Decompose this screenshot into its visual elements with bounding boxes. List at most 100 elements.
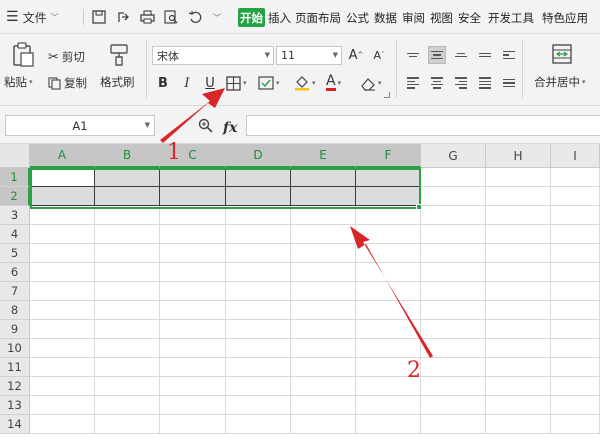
cell-c12[interactable]: [160, 377, 226, 396]
cell-e2[interactable]: [291, 187, 356, 206]
cell-e6[interactable]: [291, 263, 356, 282]
cell-a8[interactable]: [30, 301, 95, 320]
orientation-icon[interactable]: [500, 46, 518, 64]
cell-d13[interactable]: [226, 396, 291, 415]
select-all-corner[interactable]: [0, 144, 30, 168]
cell-h12[interactable]: [486, 377, 551, 396]
cell-a6[interactable]: [30, 263, 95, 282]
font-dialog-launcher-icon[interactable]: [384, 92, 390, 98]
paste-button[interactable]: 粘贴 ▾: [4, 74, 33, 90]
distributed-icon[interactable]: [500, 74, 518, 92]
tab-home[interactable]: 开始: [238, 8, 265, 27]
cell-f1[interactable]: [356, 168, 421, 187]
row-header-5[interactable]: 5: [0, 244, 30, 263]
cell-a14[interactable]: [30, 415, 95, 434]
cell-i5[interactable]: [551, 244, 600, 263]
cell-b2[interactable]: [95, 187, 160, 206]
cell-b3[interactable]: [95, 206, 160, 225]
cell-c14[interactable]: [160, 415, 226, 434]
cell-a10[interactable]: [30, 339, 95, 358]
cell-c1[interactable]: [160, 168, 226, 187]
column-header-h[interactable]: H: [486, 144, 551, 168]
cell-i11[interactable]: [551, 358, 600, 377]
cell-b7[interactable]: [95, 282, 160, 301]
cell-i1[interactable]: [551, 168, 600, 187]
cell-b10[interactable]: [95, 339, 160, 358]
fill-color-button[interactable]: ▾: [294, 74, 316, 92]
cell-c8[interactable]: [160, 301, 226, 320]
row-header-11[interactable]: 11: [0, 358, 30, 377]
cell-f3[interactable]: [356, 206, 421, 225]
tab-view[interactable]: 视图: [430, 8, 453, 27]
tab-data[interactable]: 数据: [374, 8, 397, 27]
cell-e5[interactable]: [291, 244, 356, 263]
column-header-e[interactable]: E: [291, 144, 356, 168]
cell-d12[interactable]: [226, 377, 291, 396]
column-header-b[interactable]: B: [95, 144, 160, 168]
cell-h11[interactable]: [486, 358, 551, 377]
cell-a11[interactable]: [30, 358, 95, 377]
cut-button[interactable]: ✂ 剪切: [48, 48, 85, 66]
cell-a12[interactable]: [30, 377, 95, 396]
row-header-6[interactable]: 6: [0, 263, 30, 282]
cell-f4[interactable]: [356, 225, 421, 244]
underline-button[interactable]: U: [201, 74, 219, 92]
cell-d8[interactable]: [226, 301, 291, 320]
cell-d9[interactable]: [226, 320, 291, 339]
cell-c6[interactable]: [160, 263, 226, 282]
cell-b13[interactable]: [95, 396, 160, 415]
row-header-12[interactable]: 12: [0, 377, 30, 396]
cell-f6[interactable]: [356, 263, 421, 282]
tab-review[interactable]: 审阅: [402, 8, 425, 27]
cell-e13[interactable]: [291, 396, 356, 415]
cell-a9[interactable]: [30, 320, 95, 339]
cell-g5[interactable]: [421, 244, 486, 263]
cell-f14[interactable]: [356, 415, 421, 434]
insert-function-icon[interactable]: fx: [223, 120, 237, 136]
formula-input[interactable]: [246, 115, 600, 136]
cell-b6[interactable]: [95, 263, 160, 282]
clear-button[interactable]: ▾: [360, 74, 382, 92]
cell-e10[interactable]: [291, 339, 356, 358]
cell-f5[interactable]: [356, 244, 421, 263]
cell-h13[interactable]: [486, 396, 551, 415]
print-preview-icon[interactable]: [162, 8, 180, 26]
cell-f7[interactable]: [356, 282, 421, 301]
row-header-8[interactable]: 8: [0, 301, 30, 320]
cell-c9[interactable]: [160, 320, 226, 339]
tab-security[interactable]: 安全: [458, 8, 481, 27]
cell-b8[interactable]: [95, 301, 160, 320]
font-name-select[interactable]: 宋体 ▼: [152, 46, 274, 65]
cell-g10[interactable]: [421, 339, 486, 358]
cell-a1[interactable]: [30, 168, 95, 187]
cell-h3[interactable]: [486, 206, 551, 225]
tab-special-apps[interactable]: 特色应用: [542, 8, 588, 27]
cell-h1[interactable]: [486, 168, 551, 187]
cell-style-button[interactable]: ▾: [258, 74, 280, 92]
cell-i6[interactable]: [551, 263, 600, 282]
row-header-14[interactable]: 14: [0, 415, 30, 434]
cell-a2[interactable]: [30, 187, 95, 206]
align-bottom-icon[interactable]: [452, 46, 470, 64]
font-size-select[interactable]: 11 ▼: [276, 46, 342, 65]
cell-a3[interactable]: [30, 206, 95, 225]
row-header-10[interactable]: 10: [0, 339, 30, 358]
cell-c7[interactable]: [160, 282, 226, 301]
cell-h4[interactable]: [486, 225, 551, 244]
bold-button[interactable]: B: [154, 74, 172, 92]
cell-c3[interactable]: [160, 206, 226, 225]
cell-g14[interactable]: [421, 415, 486, 434]
cell-e9[interactable]: [291, 320, 356, 339]
cell-e14[interactable]: [291, 415, 356, 434]
cell-h9[interactable]: [486, 320, 551, 339]
cell-h10[interactable]: [486, 339, 551, 358]
cell-g6[interactable]: [421, 263, 486, 282]
row-header-13[interactable]: 13: [0, 396, 30, 415]
cell-g7[interactable]: [421, 282, 486, 301]
borders-button[interactable]: ▾: [226, 74, 247, 92]
cell-h8[interactable]: [486, 301, 551, 320]
row-header-3[interactable]: 3: [0, 206, 30, 225]
row-header-9[interactable]: 9: [0, 320, 30, 339]
cell-c2[interactable]: [160, 187, 226, 206]
column-header-g[interactable]: G: [421, 144, 486, 168]
